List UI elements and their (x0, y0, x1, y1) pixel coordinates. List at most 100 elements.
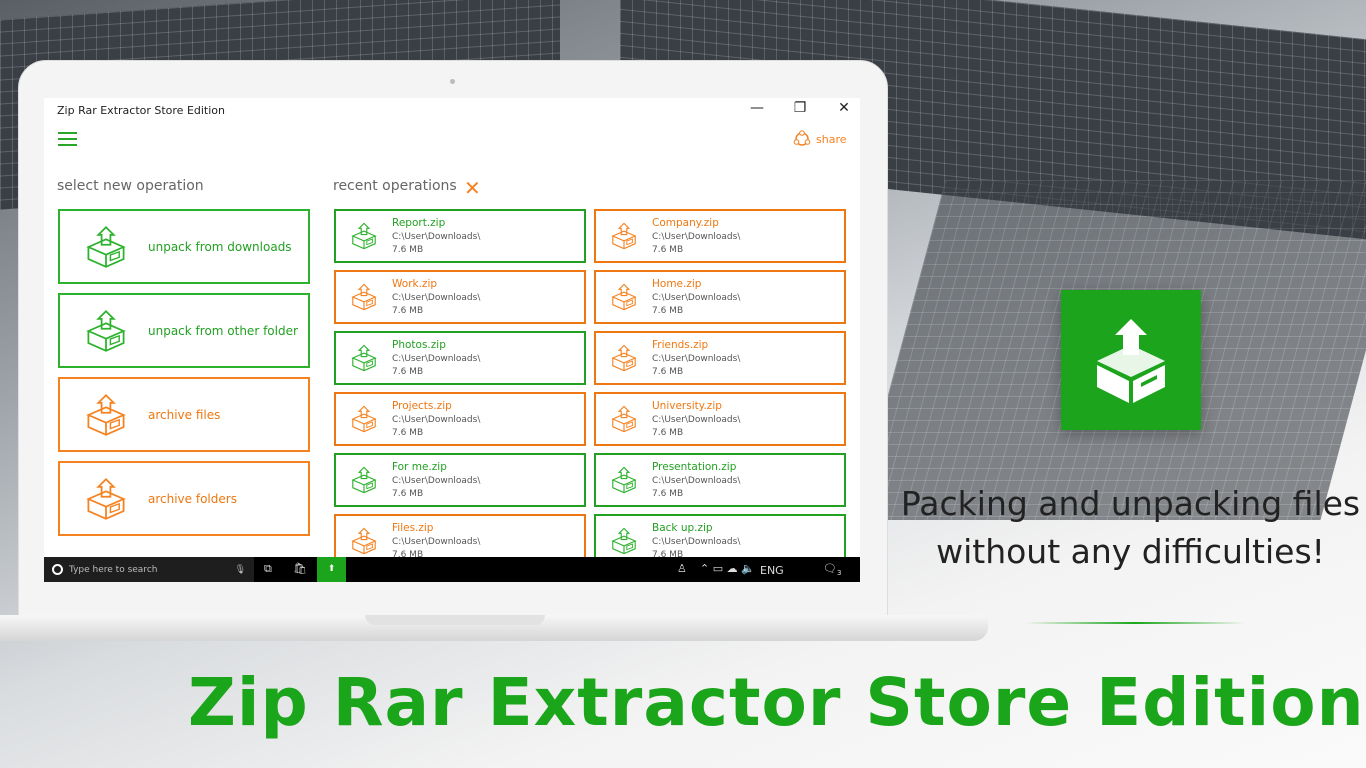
select-operation-heading: select new operation (57, 178, 204, 194)
box-icon (611, 344, 637, 372)
file-name: Back up.zip (652, 522, 713, 534)
box-icon (86, 309, 126, 352)
file-name: Friends.zip (652, 339, 709, 351)
tray-chevron-icon[interactable]: ⌃ ▭ ☁ 🔈 (700, 562, 755, 575)
operation-button[interactable]: archive folders (58, 461, 310, 536)
share-button[interactable]: share (793, 130, 847, 148)
file-size: 7.6 MB (392, 428, 424, 438)
file-path: C:\User\Downloads\ (652, 232, 741, 242)
divider-line (1025, 622, 1245, 624)
tagline-line-2: without any difficulties! (936, 532, 1325, 571)
file-size: 7.6 MB (392, 367, 424, 377)
store-icon[interactable]: 🛍 (293, 562, 307, 575)
recent-item[interactable]: Home.zip C:\User\Downloads\ 7.6 MB (594, 270, 846, 324)
file-path: C:\User\Downloads\ (652, 293, 741, 303)
search-placeholder: Type here to search (69, 564, 158, 575)
box-icon (351, 527, 377, 555)
minimize-button[interactable]: — (742, 100, 772, 116)
file-name: Work.zip (392, 278, 438, 290)
box-icon (611, 222, 637, 250)
close-button[interactable]: ✕ (829, 100, 859, 116)
file-name: For me.zip (392, 461, 447, 473)
box-icon (611, 283, 637, 311)
taskbar-search[interactable]: Type here to search 🎙 (44, 557, 254, 582)
cortana-icon (52, 564, 63, 575)
file-size: 7.6 MB (652, 428, 684, 438)
hamburger-menu-icon[interactable] (58, 132, 77, 150)
file-path: C:\User\Downloads\ (392, 537, 481, 547)
recent-item[interactable]: Photos.zip C:\User\Downloads\ 7.6 MB (334, 331, 586, 385)
box-icon (86, 393, 126, 436)
box-icon (351, 283, 377, 311)
share-icon (793, 130, 811, 146)
box-icon (86, 225, 126, 268)
app-window: Zip Rar Extractor Store Edition — ❐ ✕ sh… (44, 98, 860, 582)
box-icon (611, 466, 637, 494)
file-size: 7.6 MB (652, 367, 684, 377)
tagline: Packing and unpacking files without any … (898, 480, 1363, 576)
file-path: C:\User\Downloads\ (392, 415, 481, 425)
operation-button[interactable]: archive files (58, 377, 310, 452)
file-size: 7.6 MB (652, 489, 684, 499)
recent-item[interactable]: For me.zip C:\User\Downloads\ 7.6 MB (334, 453, 586, 507)
box-icon (351, 222, 377, 250)
operation-label: archive folders (148, 491, 237, 506)
file-name: Presentation.zip (652, 461, 737, 473)
box-icon (611, 527, 637, 555)
file-path: C:\User\Downloads\ (392, 293, 481, 303)
recent-item[interactable]: Projects.zip C:\User\Downloads\ 7.6 MB (334, 392, 586, 446)
recent-item[interactable]: Work.zip C:\User\Downloads\ 7.6 MB (334, 270, 586, 324)
people-icon[interactable]: ♙ (677, 562, 687, 575)
file-path: C:\User\Downloads\ (652, 537, 741, 547)
recent-operations-heading: recent operations (333, 178, 457, 194)
laptop-notch (365, 615, 545, 625)
file-name: Photos.zip (392, 339, 446, 351)
file-path: C:\User\Downloads\ (392, 354, 481, 364)
maximize-button[interactable]: ❐ (785, 100, 815, 116)
operation-button[interactable]: unpack from other folder (58, 293, 310, 368)
box-icon (86, 477, 126, 520)
box-icon (351, 466, 377, 494)
share-label: share (816, 132, 847, 146)
file-name: Files.zip (392, 522, 434, 534)
file-size: 7.6 MB (652, 306, 684, 316)
file-size: 7.6 MB (652, 245, 684, 255)
window-title: Zip Rar Extractor Store Edition (57, 104, 226, 117)
file-size: 7.6 MB (392, 489, 424, 499)
promo-title: Zip Rar Extractor Store Edition (188, 664, 1365, 741)
file-path: C:\User\Downloads\ (652, 476, 741, 486)
file-name: Projects.zip (392, 400, 452, 412)
notification-count: 3 (836, 569, 842, 578)
clear-recent-button[interactable]: ✕ (464, 176, 481, 200)
file-path: C:\User\Downloads\ (652, 415, 741, 425)
file-size: 7.6 MB (392, 306, 424, 316)
file-name: Company.zip (652, 217, 719, 229)
recent-item[interactable]: University.zip C:\User\Downloads\ 7.6 MB (594, 392, 846, 446)
box-icon (351, 405, 377, 433)
app-taskbar-icon[interactable]: ⬆ (317, 557, 346, 582)
operation-button[interactable]: unpack from downloads (58, 209, 310, 284)
task-view-icon[interactable]: ⧉ (264, 562, 272, 576)
box-logo-icon (1097, 319, 1165, 403)
file-path: C:\User\Downloads\ (392, 232, 481, 242)
operation-label: unpack from downloads (148, 239, 292, 254)
recent-item[interactable]: Presentation.zip C:\User\Downloads\ 7.6 MB (594, 453, 846, 507)
box-icon (611, 405, 637, 433)
language-indicator[interactable]: ENG (760, 564, 784, 577)
file-size: 7.6 MB (392, 245, 424, 255)
notifications-icon[interactable]: 🗨3 (823, 562, 841, 577)
operation-label: archive files (148, 407, 221, 422)
operation-label: unpack from other folder (148, 323, 298, 338)
file-path: C:\User\Downloads\ (652, 354, 741, 364)
laptop-camera (450, 79, 455, 84)
file-name: Home.zip (652, 278, 702, 290)
file-path: C:\User\Downloads\ (392, 476, 481, 486)
recent-item[interactable]: Report.zip C:\User\Downloads\ 7.6 MB (334, 209, 586, 263)
file-name: Report.zip (392, 217, 446, 229)
app-logo-tile (1061, 290, 1201, 430)
recent-item[interactable]: Company.zip C:\User\Downloads\ 7.6 MB (594, 209, 846, 263)
box-icon (351, 344, 377, 372)
taskbar: Type here to search 🎙 ⧉ 🛍 ⬆ ♙ ⌃ ▭ ☁ 🔈 EN… (44, 557, 860, 582)
recent-item[interactable]: Friends.zip C:\User\Downloads\ 7.6 MB (594, 331, 846, 385)
microphone-icon: 🎙 (234, 564, 246, 575)
